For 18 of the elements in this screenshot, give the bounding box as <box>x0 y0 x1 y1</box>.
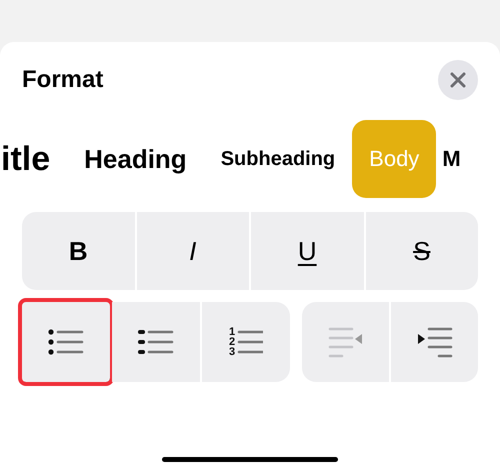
indent-icon <box>416 325 452 359</box>
text-style-option[interactable]: M <box>442 148 461 170</box>
list-style-button[interactable] <box>22 302 110 382</box>
indent-button[interactable] <box>391 302 478 382</box>
text-format-button[interactable]: B <box>22 212 134 290</box>
sheet-title: Format <box>22 65 104 95</box>
close-icon <box>450 72 466 88</box>
text-format-button[interactable]: U <box>251 212 364 290</box>
text-format-button[interactable]: S <box>366 212 478 290</box>
text-format-button[interactable]: I <box>136 212 249 290</box>
text-style-option[interactable]: Heading <box>84 146 187 172</box>
outdent-icon <box>328 325 364 359</box>
list-numbers: 1 2 3 <box>228 327 236 357</box>
list-style-button[interactable] <box>112 302 200 382</box>
close-button[interactable] <box>438 60 478 100</box>
text-style-option[interactable]: Subheading <box>220 149 336 169</box>
list-style-button[interactable]: 1 2 3 <box>202 302 290 382</box>
text-style-option[interactable]: itle <box>1 142 50 176</box>
